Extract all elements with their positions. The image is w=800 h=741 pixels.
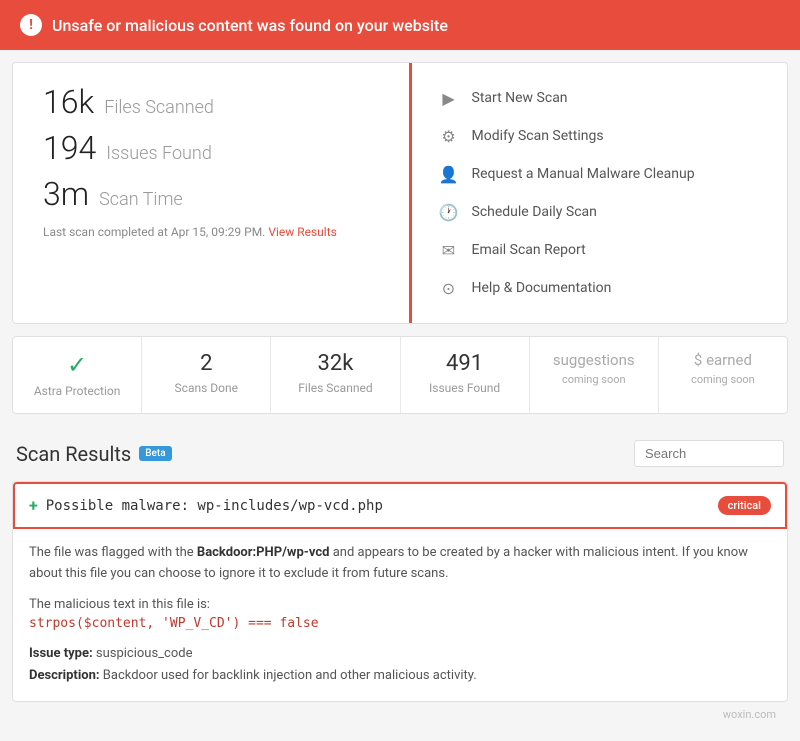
metric-earned: $ earned coming soon <box>659 337 787 413</box>
issues-found-label: Issues Found <box>106 143 212 164</box>
scan-time-label: Scan Time <box>99 189 183 210</box>
issue-card: + Possible malware: wp-includes/wp-vcd.p… <box>12 481 788 702</box>
clock-icon: 🕐 <box>438 201 460 223</box>
malicious-text-label: The malicious text in this file is: <box>29 597 771 612</box>
metrics-bar: ✓ Astra Protection 2 Scans Done 32k File… <box>12 336 788 414</box>
beta-badge: Beta <box>139 446 171 461</box>
scan-results-header: Scan Results Beta <box>12 426 788 477</box>
action-modify-settings[interactable]: ⚙ Modify Scan Settings <box>432 117 768 155</box>
issue-meta: Issue type: suspicious_code Description:… <box>29 643 771 687</box>
watermark: woxin.com <box>12 702 788 725</box>
issue-title-left: + Possible malware: wp-includes/wp-vcd.p… <box>29 496 383 515</box>
astra-protection-value: ✓ <box>23 351 131 379</box>
issues-found-metric-label: Issues Found <box>429 381 500 395</box>
actions-section: ▶ Start New Scan ⚙ Modify Scan Settings … <box>412 63 788 323</box>
user-icon: 👤 <box>438 163 460 185</box>
issue-description: The file was flagged with the Backdoor:P… <box>29 543 771 585</box>
stats-section: 16k Files Scanned 194 Issues Found 3m Sc… <box>13 63 412 323</box>
search-input[interactable] <box>634 440 784 467</box>
scan-results-title: Scan Results Beta <box>16 442 172 466</box>
last-scan-text: Last scan completed at Apr 15, 09:29 PM.… <box>43 225 379 239</box>
alert-message: Unsafe or malicious content was found on… <box>52 16 448 35</box>
issues-found-stat: 194 Issues Found <box>43 129 379 167</box>
action-help-docs-label: Help & Documentation <box>472 280 612 296</box>
action-manual-cleanup-label: Request a Manual Malware Cleanup <box>472 166 695 182</box>
issue-description-row: Description: Backdoor used for backlink … <box>29 665 771 687</box>
action-manual-cleanup[interactable]: 👤 Request a Manual Malware Cleanup <box>432 155 768 193</box>
code-snippet: strpos($content, 'WP_V_CD') === false <box>29 616 771 631</box>
top-card: 16k Files Scanned 194 Issues Found 3m Sc… <box>12 62 788 324</box>
action-email-report-label: Email Scan Report <box>472 242 586 258</box>
suggestions-label: coming soon <box>540 373 648 386</box>
issue-body: The file was flagged with the Backdoor:P… <box>13 529 787 701</box>
plus-icon: + <box>29 496 38 515</box>
view-results-link[interactable]: View Results <box>268 225 337 239</box>
action-start-scan[interactable]: ▶ Start New Scan <box>432 79 768 117</box>
action-schedule-scan-label: Schedule Daily Scan <box>472 204 597 220</box>
files-scanned-metric-value: 32k <box>281 351 389 376</box>
scans-done-label: Scans Done <box>175 381 238 395</box>
scan-results-section: Scan Results Beta + Possible malware: wp… <box>12 426 788 725</box>
files-scanned-label: Files Scanned <box>104 97 214 118</box>
issues-found-number: 194 <box>43 129 96 167</box>
metric-astra-protection: ✓ Astra Protection <box>13 337 142 413</box>
astra-protection-label: Astra Protection <box>34 384 121 398</box>
scans-done-value: 2 <box>152 351 260 376</box>
metric-scans-done: 2 Scans Done <box>142 337 271 413</box>
issues-found-metric-value: 491 <box>411 351 519 376</box>
alert-icon: ! <box>20 14 42 36</box>
action-modify-settings-label: Modify Scan Settings <box>472 128 604 144</box>
files-scanned-metric-label: Files Scanned <box>298 381 372 395</box>
action-help-docs[interactable]: ⊙ Help & Documentation <box>432 269 768 307</box>
issue-header: + Possible malware: wp-includes/wp-vcd.p… <box>13 482 787 529</box>
metric-suggestions: suggestions coming soon <box>530 337 659 413</box>
scan-results-title-text: Scan Results <box>16 442 131 466</box>
files-scanned-number: 16k <box>43 83 94 121</box>
files-scanned-stat: 16k Files Scanned <box>43 83 379 121</box>
play-icon: ▶ <box>438 87 460 109</box>
action-schedule-scan[interactable]: 🕐 Schedule Daily Scan <box>432 193 768 231</box>
help-icon: ⊙ <box>438 277 460 299</box>
action-start-scan-label: Start New Scan <box>472 90 568 106</box>
email-icon: ✉ <box>438 239 460 261</box>
suggestions-value: suggestions <box>540 351 648 369</box>
action-email-report[interactable]: ✉ Email Scan Report <box>432 231 768 269</box>
metric-issues-found: 491 Issues Found <box>401 337 530 413</box>
earned-label: coming soon <box>669 373 777 386</box>
issue-type-row: Issue type: suspicious_code <box>29 643 771 665</box>
issue-filename: Possible malware: wp-includes/wp-vcd.php <box>46 498 383 514</box>
metric-files-scanned: 32k Files Scanned <box>271 337 400 413</box>
scan-time-stat: 3m Scan Time <box>43 175 379 213</box>
scan-time-number: 3m <box>43 175 89 213</box>
earned-value: $ earned <box>669 351 777 369</box>
alert-banner: ! Unsafe or malicious content was found … <box>0 0 800 50</box>
gear-icon: ⚙ <box>438 125 460 147</box>
critical-badge: critical <box>718 496 771 515</box>
